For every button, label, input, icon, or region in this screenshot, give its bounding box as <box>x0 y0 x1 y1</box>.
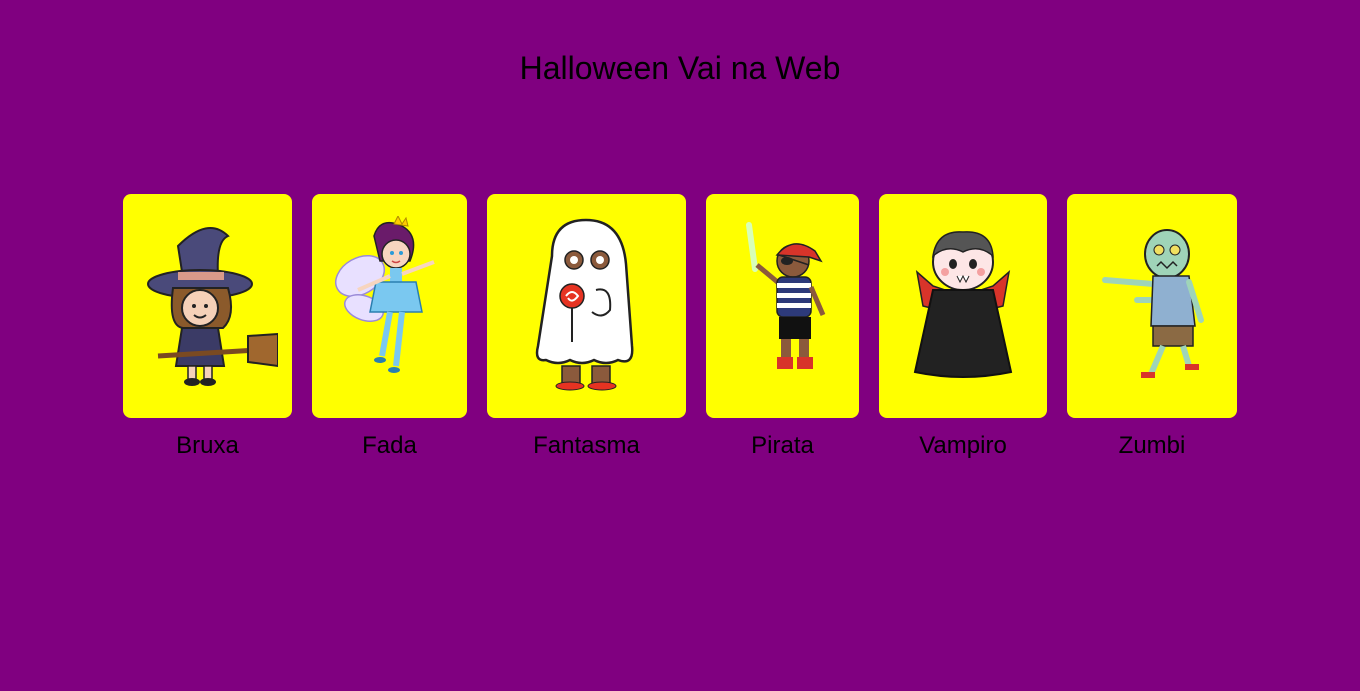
card-image-bruxa[interactable] <box>123 194 292 418</box>
card-bruxa[interactable]: Bruxa <box>123 194 292 460</box>
card-fantasma[interactable]: Fantasma <box>487 194 686 460</box>
card-fada[interactable]: Fada <box>312 194 467 460</box>
ghost-illustration-icon <box>535 218 633 391</box>
vampire-illustration-icon <box>913 231 1013 378</box>
zombie-illustration-icon <box>1102 229 1204 378</box>
page-title: Halloween Vai na Web <box>519 50 841 86</box>
page: Halloween Vai na Web Bruxa Fada Fantasma… <box>0 0 1360 691</box>
pirate-illustration-icon <box>745 222 825 369</box>
card-label-fantasma: Fantasma <box>533 432 640 459</box>
card-image-fantasma[interactable] <box>487 194 686 418</box>
card-image-pirata[interactable] <box>706 194 859 418</box>
fairy-illustration-icon <box>334 216 435 373</box>
card-zumbi[interactable]: Zumbi <box>1067 194 1237 460</box>
card-image-vampiro[interactable] <box>879 194 1047 418</box>
witch-illustration-icon <box>146 227 278 386</box>
card-label-pirata: Pirata <box>751 432 814 459</box>
card-label-fada: Fada <box>362 432 417 459</box>
card-pirata[interactable]: Pirata <box>706 194 859 460</box>
card-vampiro[interactable]: Vampiro <box>879 194 1047 460</box>
card-label-vampiro: Vampiro <box>919 432 1007 459</box>
card-label-bruxa: Bruxa <box>176 432 239 459</box>
card-label-zumbi: Zumbi <box>1118 432 1186 459</box>
card-image-zumbi[interactable] <box>1067 194 1237 418</box>
card-image-fada[interactable] <box>312 194 467 418</box>
